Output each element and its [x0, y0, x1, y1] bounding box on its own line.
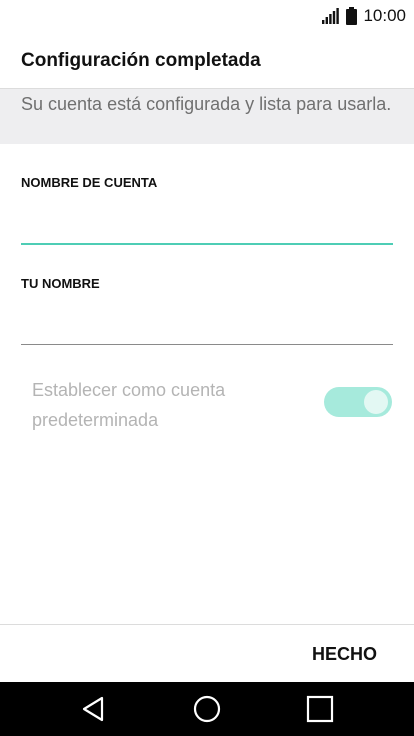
account-name-input[interactable]: [21, 206, 393, 240]
account-name-label: NOMBRE DE CUENTA: [21, 175, 158, 190]
info-text: Su cuenta está configurada y lista para …: [21, 94, 392, 114]
done-button[interactable]: HECHO: [312, 640, 377, 668]
title-bar: Configuración completada: [0, 36, 414, 84]
toggle-thumb: [364, 390, 388, 414]
your-name-underline: [21, 344, 393, 345]
navigation-bar: [0, 682, 414, 736]
bottom-divider: [0, 624, 414, 625]
account-name-underline: [21, 243, 393, 245]
signal-icon: [322, 8, 340, 24]
page-title: Configuración completada: [21, 50, 261, 71]
status-time: 10:00: [363, 6, 406, 25]
your-name-input[interactable]: [21, 307, 393, 341]
recents-icon[interactable]: [305, 694, 335, 724]
info-banner: Su cuenta está configurada y lista para …: [0, 89, 414, 144]
status-icons: 10:00: [322, 6, 406, 26]
default-account-toggle[interactable]: [324, 387, 392, 417]
status-bar: 10:00: [0, 0, 414, 32]
back-icon[interactable]: [79, 694, 109, 724]
default-account-label: Establecer como cuenta predeterminada: [32, 380, 226, 430]
battery-icon: [346, 7, 358, 25]
home-icon[interactable]: [192, 694, 222, 724]
your-name-label: TU NOMBRE: [21, 276, 100, 291]
